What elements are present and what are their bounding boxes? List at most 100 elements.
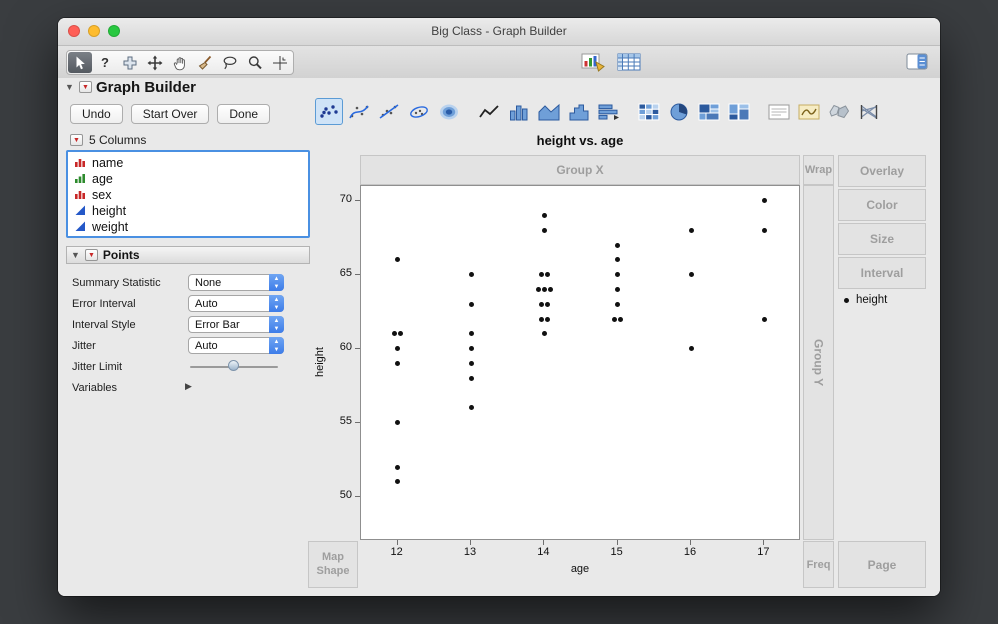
palette-mosaic-icon[interactable]: [725, 98, 753, 125]
data-point[interactable]: [618, 317, 623, 322]
interval-style-popup[interactable]: Error Bar▲▼: [188, 316, 284, 333]
data-point[interactable]: [395, 420, 400, 425]
palette-map-shapes-icon[interactable]: [825, 98, 853, 125]
data-point[interactable]: [469, 405, 474, 410]
palette-formula-icon[interactable]: [795, 98, 823, 125]
palette-heatmap-icon[interactable]: [635, 98, 663, 125]
graph-builder-red-triangle-icon[interactable]: ▼: [79, 81, 92, 93]
palette-ellipse-icon[interactable]: [405, 98, 433, 125]
column-item[interactable]: sex: [68, 187, 308, 203]
data-point[interactable]: [395, 465, 400, 470]
palette-treemap-icon[interactable]: [695, 98, 723, 125]
crosshair-tool[interactable]: [268, 52, 292, 73]
data-point[interactable]: [689, 228, 694, 233]
jitter-popup[interactable]: Auto▲▼: [188, 337, 284, 354]
data-point[interactable]: [469, 376, 474, 381]
data-point[interactable]: [545, 302, 550, 307]
data-point[interactable]: [615, 272, 620, 277]
drop-zone-group-y[interactable]: Group Y: [803, 185, 834, 540]
palette-pie-icon[interactable]: [665, 98, 693, 125]
data-point[interactable]: [542, 228, 547, 233]
data-point[interactable]: [542, 331, 547, 336]
data-point[interactable]: [469, 331, 474, 336]
arrow-tool[interactable]: [68, 52, 92, 73]
data-point[interactable]: [762, 228, 767, 233]
start-over-button[interactable]: Start Over: [131, 104, 210, 124]
drop-zone-freq[interactable]: Freq: [803, 541, 834, 588]
drop-zone-wrap[interactable]: Wrap: [803, 155, 834, 185]
close-button[interactable]: [68, 25, 80, 37]
columns-list[interactable]: nameagesexheightweight: [66, 150, 310, 238]
brush-tool[interactable]: [193, 52, 217, 73]
drop-zone-size[interactable]: Size: [838, 223, 926, 255]
palette-bar-icon[interactable]: [505, 98, 533, 125]
column-item[interactable]: name: [68, 155, 308, 171]
data-point[interactable]: [398, 331, 403, 336]
points-red-triangle-icon[interactable]: ▼: [85, 249, 98, 261]
data-point[interactable]: [539, 317, 544, 322]
palette-box-plot-icon[interactable]: [595, 98, 623, 125]
data-point[interactable]: [615, 243, 620, 248]
drop-zone-overlay[interactable]: Overlay: [838, 155, 926, 187]
points-disclosure-icon[interactable]: ▼: [71, 250, 80, 260]
data-point[interactable]: [539, 302, 544, 307]
data-point[interactable]: [395, 257, 400, 262]
done-button[interactable]: Done: [217, 104, 270, 124]
data-point[interactable]: [539, 272, 544, 277]
palette-contour-icon[interactable]: [435, 98, 463, 125]
data-point[interactable]: [615, 257, 620, 262]
palette-histogram-icon[interactable]: [565, 98, 593, 125]
data-point[interactable]: [615, 287, 620, 292]
data-point[interactable]: [542, 213, 547, 218]
data-point[interactable]: [395, 346, 400, 351]
move-tool[interactable]: [143, 52, 167, 73]
data-point[interactable]: [615, 302, 620, 307]
data-point[interactable]: [548, 287, 553, 292]
data-table-icon[interactable]: [617, 53, 641, 76]
palette-line-icon[interactable]: [475, 98, 503, 125]
legend-item[interactable]: height: [844, 294, 887, 306]
data-point[interactable]: [469, 302, 474, 307]
palette-caption-box-icon[interactable]: [765, 98, 793, 125]
points-panel-header[interactable]: ▼ ▼ Points: [66, 246, 310, 264]
column-item[interactable]: age: [68, 171, 308, 187]
data-point[interactable]: [469, 361, 474, 366]
undo-button[interactable]: Undo: [70, 104, 123, 124]
data-point[interactable]: [395, 479, 400, 484]
summary-statistic-popup[interactable]: None▲▼: [188, 274, 284, 291]
data-point[interactable]: [469, 272, 474, 277]
palette-parallel-plot-icon[interactable]: [855, 98, 883, 125]
data-point[interactable]: [545, 317, 550, 322]
palette-line-of-fit-icon[interactable]: [375, 98, 403, 125]
data-point[interactable]: [612, 317, 617, 322]
variables-disclosure-icon[interactable]: ▶: [185, 381, 192, 392]
jitter-limit-slider-thumb[interactable]: [228, 360, 239, 371]
data-point[interactable]: [395, 361, 400, 366]
side-panel-icon[interactable]: [906, 57, 928, 74]
graph-script-icon[interactable]: [581, 52, 605, 77]
column-item[interactable]: height: [68, 203, 308, 219]
data-point[interactable]: [469, 346, 474, 351]
titlebar[interactable]: Big Class - Graph Builder: [58, 18, 940, 46]
columns-red-triangle-icon[interactable]: ▼: [70, 134, 83, 146]
data-point[interactable]: [545, 272, 550, 277]
drop-zone-page[interactable]: Page: [838, 541, 926, 588]
minimize-button[interactable]: [88, 25, 100, 37]
palette-area-icon[interactable]: [535, 98, 563, 125]
fat-cross-tool[interactable]: [118, 52, 142, 73]
report-disclosure-icon[interactable]: ▼: [65, 82, 74, 92]
column-item[interactable]: weight: [68, 219, 308, 235]
error-interval-popup[interactable]: Auto▲▼: [188, 295, 284, 312]
data-point[interactable]: [762, 198, 767, 203]
palette-smoother-icon[interactable]: [345, 98, 373, 125]
lasso-tool[interactable]: [218, 52, 242, 73]
data-point[interactable]: [392, 331, 397, 336]
drop-zone-interval[interactable]: Interval: [838, 257, 926, 289]
drop-zone-color[interactable]: Color: [838, 189, 926, 221]
data-point[interactable]: [762, 317, 767, 322]
grabber-tool[interactable]: [168, 52, 192, 73]
drop-zone-map-shape[interactable]: Map Shape: [308, 541, 358, 588]
data-point[interactable]: [542, 287, 547, 292]
zoom-button[interactable]: [108, 25, 120, 37]
data-point[interactable]: [689, 346, 694, 351]
